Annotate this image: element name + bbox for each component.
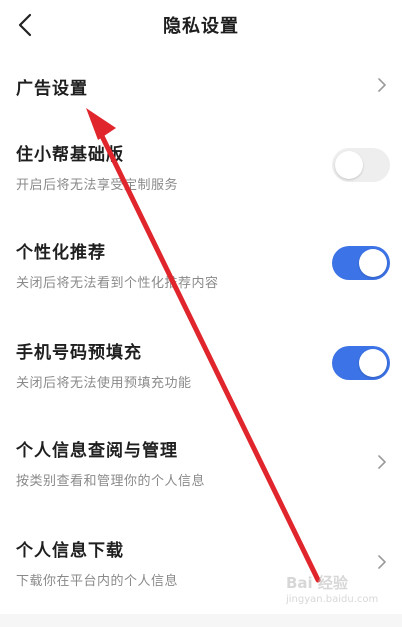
setting-row-personalized-recommendation: 个性化推荐 关闭后将无法看到个性化推荐内容 bbox=[0, 226, 402, 306]
watermark-url: jingyan.baidu.com bbox=[286, 594, 379, 605]
setting-title: 手机号码预填充 bbox=[16, 343, 142, 363]
setting-subtitle: 开启后将无法享受定制服务 bbox=[16, 178, 179, 193]
chevron-right-icon bbox=[378, 555, 386, 569]
setting-title: 住小帮基础版 bbox=[16, 145, 124, 165]
setting-title: 个人信息下载 bbox=[16, 541, 124, 561]
setting-title: 个人信息查阅与管理 bbox=[16, 441, 178, 461]
setting-row-phone-prefill: 手机号码预填充 关闭后将无法使用预填充功能 bbox=[0, 326, 402, 406]
setting-subtitle: 关闭后将无法看到个性化推荐内容 bbox=[16, 276, 219, 291]
chevron-right-icon bbox=[378, 455, 386, 469]
page-title: 隐私设置 bbox=[163, 16, 239, 37]
bottom-divider bbox=[0, 614, 402, 627]
setting-subtitle: 按类别查看和管理你的个人信息 bbox=[16, 474, 206, 489]
toggle-knob bbox=[335, 151, 363, 179]
setting-row-personal-info-manage[interactable]: 个人信息查阅与管理 按类别查看和管理你的个人信息 bbox=[0, 424, 402, 504]
setting-title: 广告设置 bbox=[16, 79, 88, 99]
toggle-knob bbox=[359, 349, 387, 377]
personalized-recommendation-toggle[interactable] bbox=[332, 246, 390, 280]
setting-title: 个性化推荐 bbox=[16, 243, 106, 263]
phone-prefill-toggle[interactable] bbox=[332, 346, 390, 380]
setting-subtitle: 关闭后将无法使用预填充功能 bbox=[16, 376, 192, 391]
setting-row-basic-mode: 住小帮基础版 开启后将无法享受定制服务 bbox=[0, 128, 402, 208]
basic-mode-toggle[interactable] bbox=[332, 148, 390, 182]
chevron-right-icon bbox=[378, 78, 386, 92]
nav-bar: 隐私设置 bbox=[0, 0, 402, 52]
setting-row-ad-settings[interactable]: 广告设置 bbox=[0, 52, 402, 118]
toggle-knob bbox=[359, 249, 387, 277]
watermark: Bai 经验 jingyan.baidu.com bbox=[286, 572, 396, 612]
setting-subtitle: 下载你在平台内的个人信息 bbox=[16, 574, 179, 589]
watermark-text: Bai 经验 bbox=[286, 574, 348, 592]
